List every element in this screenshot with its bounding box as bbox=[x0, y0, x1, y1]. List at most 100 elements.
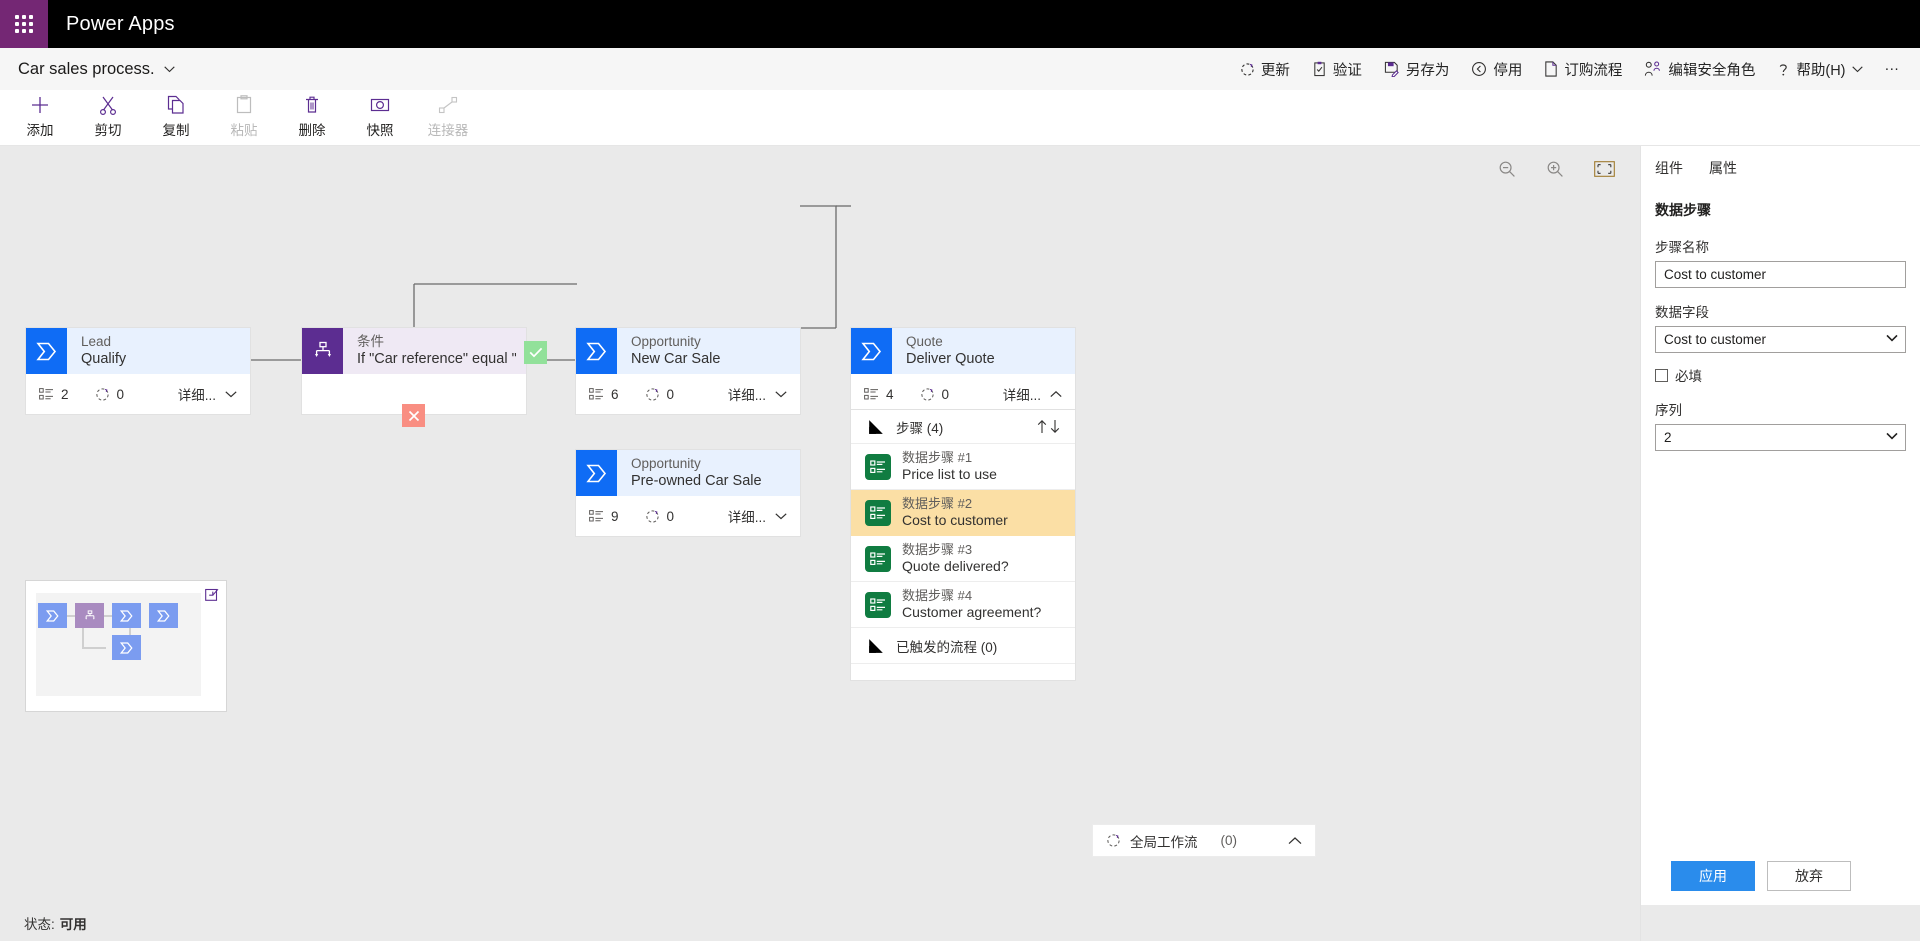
refresh-button[interactable]: 更新 bbox=[1229, 53, 1301, 86]
edit-security-roles-button[interactable]: 编辑安全角色 bbox=[1633, 53, 1766, 86]
steps-sort-controls[interactable] bbox=[1036, 419, 1061, 434]
connector-tool-button: 连接器 bbox=[414, 90, 482, 139]
stage-entity: Opportunity bbox=[631, 334, 701, 349]
branch-yes-badge[interactable] bbox=[524, 341, 547, 364]
paste-tool-button: 粘贴 bbox=[210, 90, 278, 139]
overflow-menu-label: ··· bbox=[1884, 61, 1900, 77]
stage-name: New Car Sale bbox=[631, 351, 721, 367]
stage-steps-metric: 4 bbox=[864, 387, 894, 402]
stage-condition-expression: If "Car reference" equal "New car... bbox=[357, 351, 516, 367]
help-button[interactable]: 帮助(H) bbox=[1766, 53, 1873, 86]
branch-icon bbox=[84, 609, 95, 620]
steps-panel-tail bbox=[851, 664, 1075, 680]
connector-icon bbox=[438, 96, 458, 114]
stage-card-lead[interactable]: Lead Qualify 2 0 详细... bbox=[26, 328, 250, 414]
validate-label: 验证 bbox=[1332, 62, 1362, 79]
snapshot-tool-label: 快照 bbox=[366, 123, 394, 138]
stage-steps-metric: 2 bbox=[39, 387, 69, 402]
chevron-down-icon bbox=[775, 512, 787, 519]
stage-details-toggle[interactable]: 详细... bbox=[1003, 384, 1062, 404]
stage-titles: Opportunity Pre-owned Car Sale bbox=[617, 450, 800, 496]
flows-count-icon bbox=[645, 509, 659, 523]
sequence-select[interactable]: 2 bbox=[1655, 424, 1906, 451]
sequence-label: 序列 bbox=[1655, 403, 1682, 418]
stage-chevron-icon bbox=[36, 342, 57, 360]
delete-tool-button[interactable]: 删除 bbox=[278, 90, 346, 139]
stage-card-new-car-sale[interactable]: Opportunity New Car Sale 6 0 详细... bbox=[576, 328, 800, 414]
global-workflows-toggle[interactable] bbox=[1288, 833, 1302, 848]
stage-header: Lead Qualify bbox=[26, 328, 250, 374]
stage-card-preowned-car-sale[interactable]: Opportunity Pre-owned Car Sale 9 0 详细... bbox=[576, 450, 800, 536]
copy-tool-button[interactable]: 复制 bbox=[142, 90, 210, 139]
apply-button[interactable]: 应用 bbox=[1671, 861, 1755, 891]
scissors-icon bbox=[99, 96, 117, 116]
steps-count-icon bbox=[589, 387, 603, 399]
step-name-input[interactable] bbox=[1655, 261, 1906, 288]
step-text: 数据步骤 #3 Quote delivered? bbox=[902, 542, 1009, 575]
add-tool-button[interactable]: 添加 bbox=[6, 90, 74, 139]
app-launcher-button[interactable] bbox=[0, 0, 48, 48]
stage-titles: Lead Qualify bbox=[67, 328, 250, 374]
help-label: 帮助(H) bbox=[1796, 62, 1846, 79]
stage-entity-icon bbox=[576, 328, 617, 374]
properties-actions: 应用 放弃 bbox=[1641, 847, 1920, 905]
step-text: 数据步骤 #2 Cost to customer bbox=[902, 496, 1008, 529]
discard-button[interactable]: 放弃 bbox=[1767, 861, 1851, 891]
flows-count-icon bbox=[95, 387, 109, 401]
copy-icon bbox=[167, 95, 184, 114]
required-checkbox[interactable] bbox=[1655, 368, 1668, 382]
stage-card-deliver-quote[interactable]: Quote Deliver Quote 4 0 详细... bbox=[851, 328, 1075, 414]
step-row-2[interactable]: 数据步骤 #2 Cost to customer bbox=[851, 490, 1075, 536]
validate-button[interactable]: 验证 bbox=[1301, 53, 1373, 86]
stage-entity-icon bbox=[851, 328, 892, 374]
deactivate-button[interactable]: 停用 bbox=[1460, 53, 1533, 86]
process-title-dropdown[interactable]: Car sales process. bbox=[18, 60, 175, 79]
stage-details-toggle[interactable]: 详细... bbox=[728, 384, 787, 404]
order-process-button[interactable]: 订购流程 bbox=[1533, 53, 1633, 86]
stage-entity: Quote bbox=[906, 334, 943, 349]
save-as-label: 另存为 bbox=[1405, 62, 1450, 79]
tab-properties[interactable]: 属性 bbox=[1709, 158, 1737, 182]
flows-count-icon bbox=[920, 387, 934, 401]
required-checkbox-row[interactable]: 必填 bbox=[1655, 365, 1906, 385]
app-launcher-icon bbox=[15, 15, 33, 33]
tab-components[interactable]: 组件 bbox=[1655, 158, 1683, 182]
canvas-minimap[interactable] bbox=[25, 580, 227, 712]
step-text: 数据步骤 #4 Customer agreement? bbox=[902, 588, 1041, 621]
stage-details-toggle[interactable]: 详细... bbox=[728, 506, 787, 526]
checkmark-icon bbox=[529, 347, 542, 358]
steps-count-icon bbox=[864, 387, 878, 399]
chevron-down-icon bbox=[775, 390, 787, 397]
minimap-collapse-button[interactable] bbox=[205, 587, 219, 606]
stage-flows-metric: 0 bbox=[645, 387, 674, 402]
step-row-3[interactable]: 数据步骤 #3 Quote delivered? bbox=[851, 536, 1075, 582]
stage-connectors bbox=[250, 205, 851, 361]
branch-no-badge[interactable] bbox=[402, 404, 425, 427]
overflow-menu-button[interactable]: ··· bbox=[1874, 55, 1911, 83]
stage-flows-metric: 0 bbox=[95, 387, 124, 402]
step-row-4[interactable]: 数据步骤 #4 Customer agreement? bbox=[851, 582, 1075, 628]
global-workflows-bar[interactable]: 全局工作流 (0) bbox=[1093, 825, 1315, 856]
stage-card-condition[interactable]: 条件 If "Car reference" equal "New car... bbox=[302, 328, 526, 414]
process-designer-workspace: Lead Qualify 2 0 详细... 条件 If "Car refere… bbox=[0, 146, 1640, 941]
stage-details-label: 详细... bbox=[727, 388, 766, 403]
stage-footer: 6 0 详细... bbox=[576, 374, 800, 414]
snapshot-tool-button[interactable]: 快照 bbox=[346, 90, 414, 139]
step-row-1[interactable]: 数据步骤 #1 Price list to use bbox=[851, 444, 1075, 490]
stage-steps-count: 4 bbox=[886, 386, 894, 402]
stage-details-label: 详细... bbox=[177, 388, 216, 403]
process-title-text: Car sales process. bbox=[18, 59, 155, 78]
data-field-select[interactable]: Cost to customer bbox=[1655, 326, 1906, 353]
minimap-node-new-car bbox=[112, 603, 141, 628]
triggered-flows-row[interactable]: 已触发的流程 (0) bbox=[851, 628, 1075, 664]
stage-name: Qualify bbox=[81, 351, 127, 367]
cut-tool-button[interactable]: 剪切 bbox=[74, 90, 142, 139]
stage-details-toggle[interactable]: 详细... bbox=[178, 384, 237, 404]
paste-tool-label: 粘贴 bbox=[230, 123, 258, 138]
tool-ribbon: 添加 剪切 复制 粘贴 删除 快照 连接器 bbox=[0, 90, 1920, 146]
steps-panel-header[interactable]: 步骤 (4) bbox=[851, 410, 1075, 444]
save-as-button[interactable]: 另存为 bbox=[1373, 53, 1461, 86]
stage-header: Opportunity Pre-owned Car Sale bbox=[576, 450, 800, 496]
stage-details-label: 详细... bbox=[727, 510, 766, 525]
security-roles-icon bbox=[1645, 61, 1661, 76]
